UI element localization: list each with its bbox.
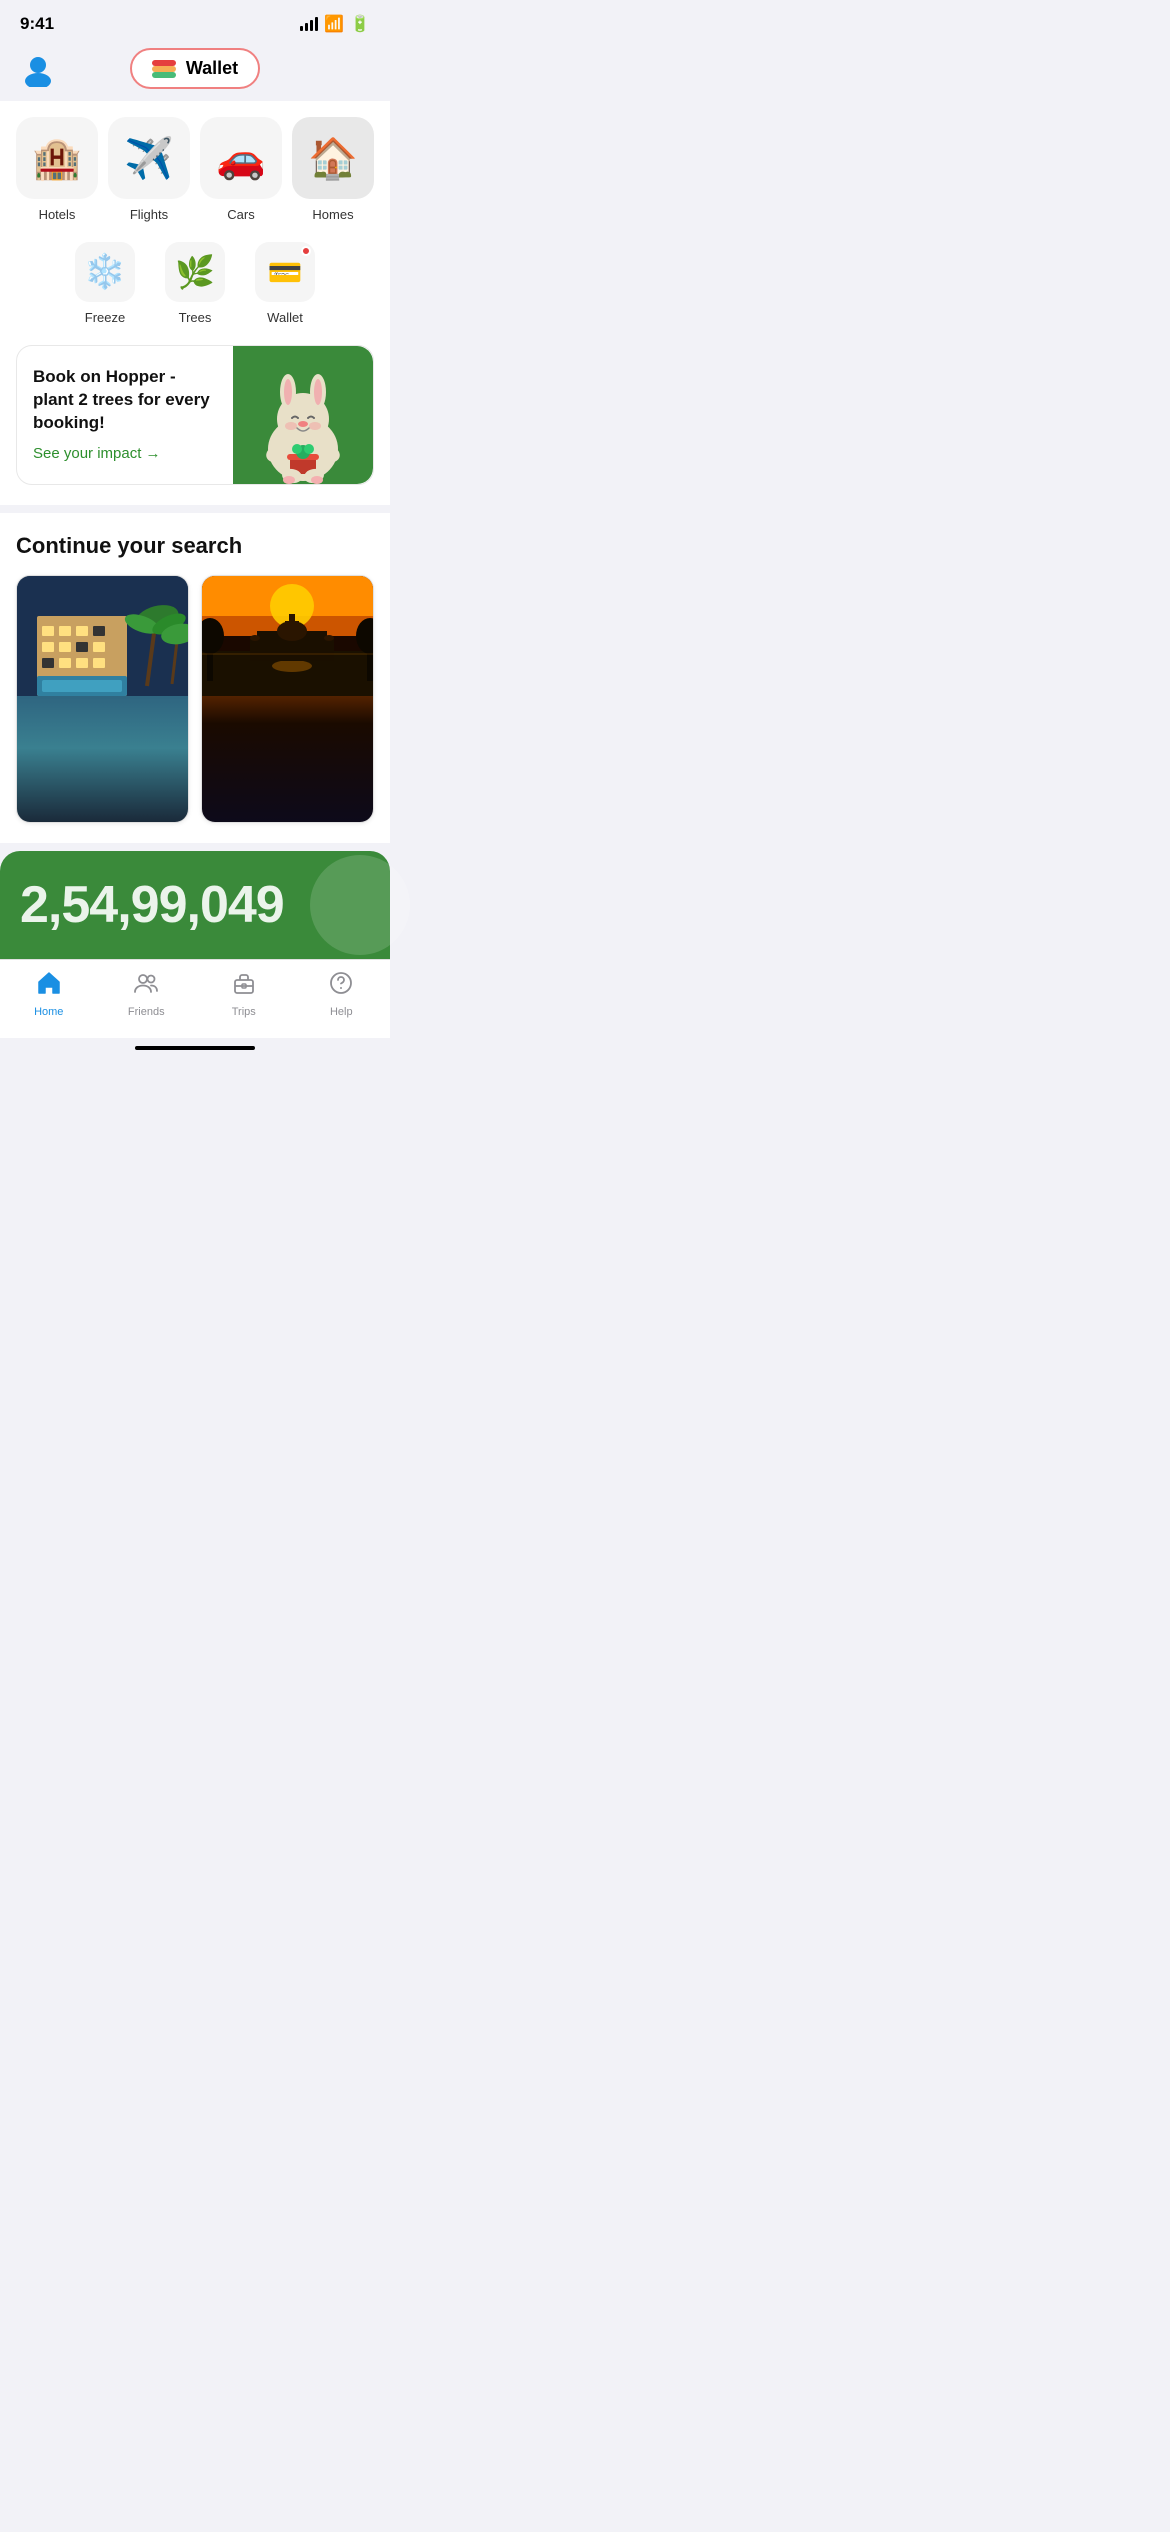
kolkata-card-info: Kolkata Jan 3 - 4 Flights from ₹ 17,896 (202, 822, 373, 823)
trips-nav-icon (231, 970, 257, 1003)
freeze-icon-box: ❄️ (75, 242, 135, 302)
wallet-icon (152, 60, 178, 78)
kolkata-scene-svg (202, 576, 373, 696)
category-cars[interactable]: 🚗 Cars (200, 117, 282, 222)
trips-nav-label: Trips (232, 1006, 256, 1018)
kolkata-image (202, 576, 373, 822)
homes-icon-box: 🏠 (292, 117, 374, 199)
category-flights[interactable]: ✈️ Flights (108, 117, 190, 222)
home-indicator (135, 1046, 255, 1050)
wallet-sub-icon: 💳 (268, 256, 303, 289)
home-nav-label: Home (34, 1006, 63, 1018)
nav-item-friends[interactable]: Friends (98, 970, 196, 1018)
continue-search-section: Continue your search (0, 513, 390, 843)
nav-item-trips[interactable]: Trips (195, 970, 293, 1018)
cars-label: Cars (227, 207, 254, 222)
kolkata-card[interactable]: Kolkata Jan 3 - 4 Flights from ₹ 17,896 (201, 575, 374, 823)
hotel-scene-svg (17, 576, 188, 696)
hotels-label: Hotels (39, 207, 76, 222)
sub-category-row: ❄️ Freeze 🌿 Trees 💳 Wallet (16, 242, 374, 325)
trees-icon-box: 🌿 (165, 242, 225, 302)
friends-nav-icon (133, 970, 159, 1003)
nav-item-help[interactable]: Help (293, 970, 391, 1018)
status-time: 9:41 (20, 14, 54, 34)
status-bar: 9:41 📶 🔋 (0, 0, 390, 40)
sub-category-trees[interactable]: 🌿 Trees (165, 242, 225, 325)
sub-category-wallet[interactable]: 💳 Wallet (255, 242, 315, 325)
wifi-icon: 📶 (324, 14, 344, 34)
promo-link[interactable]: See your impact → (33, 445, 161, 462)
flights-emoji: ✈️ (124, 135, 174, 182)
user-avatar[interactable] (20, 51, 56, 87)
trees-label: Trees (179, 310, 212, 325)
sub-category-freeze[interactable]: ❄️ Freeze (75, 242, 135, 325)
wallet-sub-label: Wallet (267, 310, 303, 325)
homes-emoji: 🏠 (308, 135, 358, 182)
friends-nav-label: Friends (128, 1006, 165, 1018)
promo-text-area: Book on Hopper - plant 2 trees for every… (17, 346, 233, 484)
bottom-nav: Home Friends Trips (0, 959, 390, 1038)
bunny-illustration (248, 364, 358, 484)
category-grid: 🏨 Hotels ✈️ Flights 🚗 Cars 🏠 Homes (16, 117, 374, 222)
section-title: Continue your search (16, 533, 374, 559)
promo-image (233, 346, 373, 484)
cars-icon-box: 🚗 (200, 117, 282, 199)
trees-icon: 🌿 (175, 253, 215, 291)
top-nav: Wallet (0, 40, 390, 101)
battery-icon: 🔋 (350, 14, 370, 34)
status-icons: 📶 🔋 (300, 14, 370, 34)
wallet-sub-icon-box: 💳 (255, 242, 315, 302)
search-cards-row: Novotel Mumbai J... Mumbai, Maharashtra … (16, 575, 374, 823)
flights-label: Flights (130, 207, 168, 222)
hotel-card[interactable]: Novotel Mumbai J... Mumbai, Maharashtra … (16, 575, 189, 823)
help-nav-icon (328, 970, 354, 1003)
wallet-button[interactable]: Wallet (130, 48, 260, 89)
home-nav-icon (36, 970, 62, 1003)
promo-title: Book on Hopper - plant 2 trees for every… (33, 366, 217, 435)
category-hotels[interactable]: 🏨 Hotels (16, 117, 98, 222)
cars-emoji: 🚗 (216, 135, 266, 182)
hotel-card-info: Novotel Mumbai J... Mumbai, Maharashtra … (17, 822, 188, 823)
green-number: 2,54,99,049 (20, 875, 284, 935)
help-nav-label: Help (330, 1006, 353, 1018)
wallet-label: Wallet (186, 58, 238, 79)
freeze-label: Freeze (85, 310, 125, 325)
hotels-emoji: 🏨 (32, 135, 82, 182)
hotel-image (17, 576, 188, 822)
signal-icon (300, 17, 318, 31)
main-content: 🏨 Hotels ✈️ Flights 🚗 Cars 🏠 Homes (0, 101, 390, 505)
nav-item-home[interactable]: Home (0, 970, 98, 1018)
flights-icon-box: ✈️ (108, 117, 190, 199)
green-section[interactable]: 2,54,99,049 (0, 851, 390, 959)
hotels-icon-box: 🏨 (16, 117, 98, 199)
freeze-icon: ❄️ (84, 252, 126, 292)
category-homes[interactable]: 🏠 Homes (292, 117, 374, 222)
promo-banner[interactable]: Book on Hopper - plant 2 trees for every… (16, 345, 374, 485)
homes-label: Homes (312, 207, 353, 222)
